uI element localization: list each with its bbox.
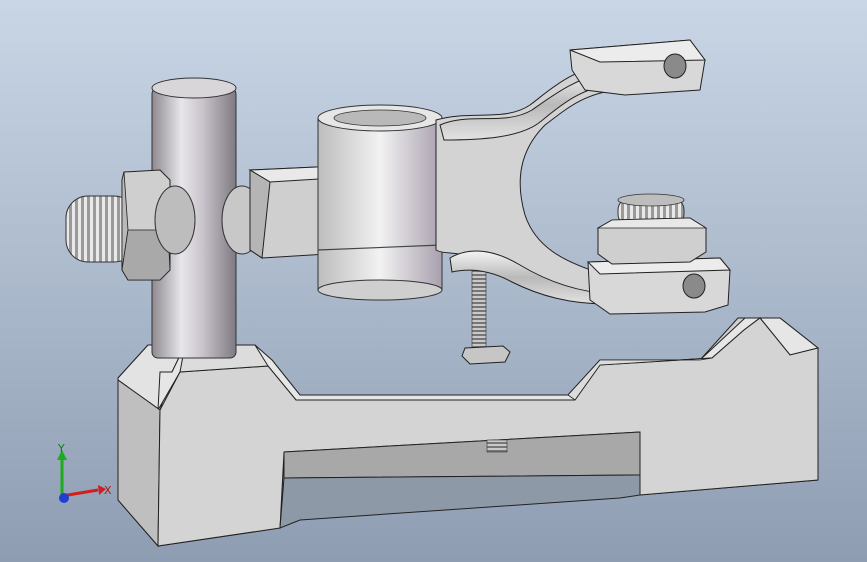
- lower-pin-hole: [682, 273, 706, 299]
- upper-pin-hole: [663, 53, 687, 79]
- lower-clevis[interactable]: [586, 257, 732, 315]
- x-axis-label: X: [104, 484, 112, 497]
- y-axis-label: Y: [57, 442, 65, 455]
- z-axis-marker: [59, 493, 69, 503]
- lower-bolt-end: [486, 439, 508, 453]
- barrel-sleeve[interactable]: [317, 104, 443, 301]
- cad-viewport[interactable]: X Y: [0, 0, 867, 562]
- upper-clevis[interactable]: [569, 39, 706, 96]
